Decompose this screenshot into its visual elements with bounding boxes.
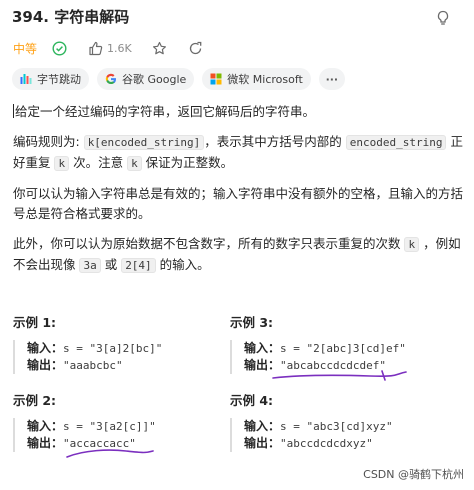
thumbs-up-icon[interactable] bbox=[87, 40, 103, 56]
watermark: CSDN @骑鹤下杭州 bbox=[363, 468, 464, 481]
difficulty-badge: 中等 bbox=[13, 41, 38, 56]
company-name: 谷歌 Google bbox=[122, 73, 187, 86]
example-4: 示例 4: 输入：s = "abc3[cd]xyz" 输出："abccdcdcd… bbox=[230, 390, 450, 452]
description-paragraph-3: 你可以认为输入字符串总是有效的；输入字符串中没有额外的空格，且输入的方括号总是符… bbox=[13, 186, 464, 221]
example-title: 示例 3: bbox=[230, 315, 274, 330]
more-button[interactable]: ··· bbox=[318, 68, 345, 90]
example-3: 示例 3: 输入：s = "2[abc]3[cd]ef" 输出："abcabcc… bbox=[230, 312, 450, 374]
example-title: 示例 2: bbox=[13, 393, 57, 408]
example-output: "abcabccdcdcdef" bbox=[280, 359, 386, 372]
example-input: s = "3[a2[c]]" bbox=[63, 420, 156, 433]
example-title: 示例 1: bbox=[13, 315, 57, 330]
star-icon[interactable] bbox=[152, 40, 168, 56]
inline-code: encoded_string bbox=[345, 135, 447, 150]
header: 394. 字符串解码 bbox=[12, 4, 464, 32]
problem-meta: 中等 1.6K bbox=[13, 38, 208, 58]
lightbulb-icon[interactable] bbox=[436, 10, 450, 26]
example-box: 输入：s = "3[a]2[bc]" 输出："aaabcbc" bbox=[13, 340, 233, 374]
example-input: s = "2[abc]3[cd]ef" bbox=[280, 342, 406, 355]
input-label: 输入： bbox=[27, 341, 64, 355]
inline-code: 3a bbox=[79, 258, 101, 273]
description-paragraph-1: 给定一个经过编码的字符串，返回它解码后的字符串。 bbox=[13, 104, 316, 119]
bytedance-icon bbox=[20, 73, 32, 85]
inline-code: 2[4] bbox=[121, 258, 156, 273]
example-output: "aaabcbc" bbox=[63, 359, 123, 372]
problem-description: 给定一个经过编码的字符串，返回它解码后的字符串。 编码规则为: k[encode… bbox=[13, 102, 465, 286]
inline-code: k[encoded_string] bbox=[83, 135, 205, 150]
share-icon[interactable] bbox=[188, 40, 204, 56]
example-box: 输入：s = "abc3[cd]xyz" 输出："abccdcdcdxyz" bbox=[230, 418, 450, 452]
company-name: 微软 Microsoft bbox=[227, 73, 303, 86]
company-chip-google[interactable]: 谷歌 Google bbox=[97, 68, 195, 90]
input-label: 输入： bbox=[27, 419, 64, 433]
example-input: s = "abc3[cd]xyz" bbox=[280, 420, 393, 433]
problem-title: 394. 字符串解码 bbox=[12, 8, 130, 26]
example-2: 示例 2: 输入：s = "3[a2[c]]" 输出："accaccacc" bbox=[13, 390, 233, 452]
output-label: 输出： bbox=[27, 358, 64, 372]
example-1: 示例 1: 输入：s = "3[a]2[bc]" 输出："aaabcbc" bbox=[13, 312, 233, 374]
example-box: 输入：s = "3[a2[c]]" 输出："accaccacc" bbox=[13, 418, 233, 452]
output-label: 输出： bbox=[27, 436, 64, 450]
description-paragraph-2: 编码规则为: k[encoded_string] ，表示其中方括号内部的 enco… bbox=[13, 134, 463, 171]
google-icon bbox=[105, 73, 117, 85]
example-output: "accaccacc" bbox=[63, 437, 136, 450]
inline-code: k bbox=[404, 237, 420, 252]
input-label: 输入： bbox=[244, 419, 281, 433]
microsoft-icon bbox=[210, 73, 222, 85]
solved-check-icon bbox=[51, 40, 67, 56]
text-cursor bbox=[13, 104, 14, 118]
input-label: 输入： bbox=[244, 341, 281, 355]
output-label: 输出： bbox=[244, 358, 281, 372]
example-output: "abccdcdcdxyz" bbox=[280, 437, 373, 450]
inline-code: k bbox=[54, 156, 70, 171]
company-chip-bytedance[interactable]: 字节跳动 bbox=[12, 68, 89, 90]
likes-count: 1.6K bbox=[107, 41, 132, 55]
example-title: 示例 4: bbox=[230, 393, 274, 408]
example-box: 输入：s = "2[abc]3[cd]ef" 输出："abcabccdcdcde… bbox=[230, 340, 450, 374]
company-name: 字节跳动 bbox=[37, 73, 81, 86]
inline-code: k bbox=[127, 156, 142, 171]
output-label: 输出： bbox=[244, 436, 281, 450]
company-tags: 字节跳动 谷歌 Google 微软 Microsoft ··· bbox=[12, 68, 353, 90]
description-paragraph-4: 此外，你可以认为原始数据不包含数字，所有的数字只表示重复的次数 k ，例如不会出… bbox=[13, 236, 461, 273]
example-input: s = "3[a]2[bc]" bbox=[63, 342, 163, 355]
company-chip-microsoft[interactable]: 微软 Microsoft bbox=[202, 68, 311, 90]
